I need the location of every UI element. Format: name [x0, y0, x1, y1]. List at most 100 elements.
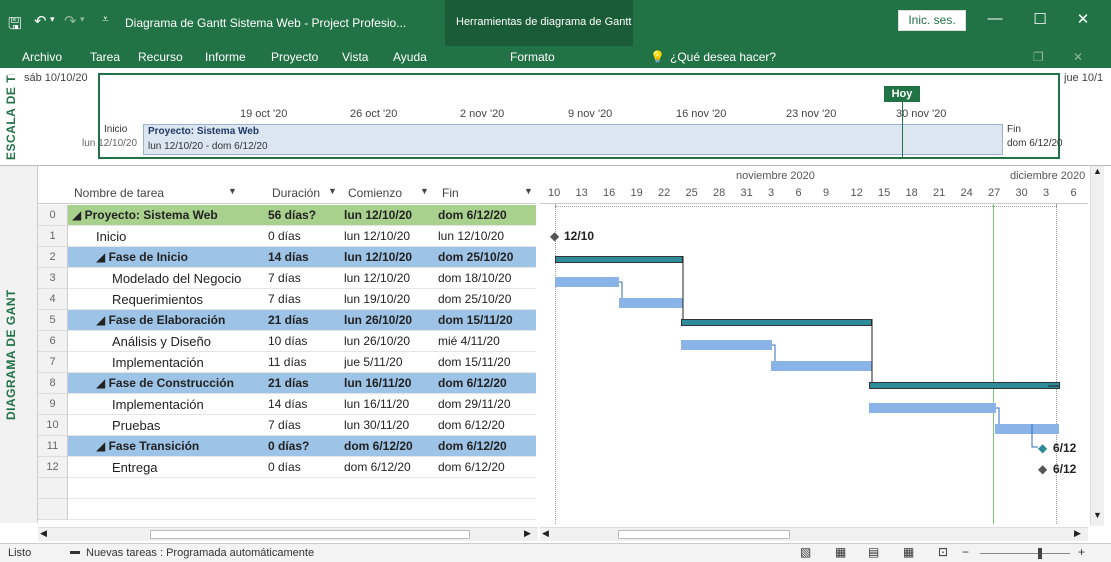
table-horizontal-scrollbar[interactable]: ◀ ▶ [38, 527, 538, 541]
gantt-view-icon[interactable]: ▧ [800, 545, 811, 559]
column-filter-icon[interactable]: ▼ [420, 186, 429, 196]
task-usage-icon[interactable]: ▦ [835, 545, 846, 559]
start-cell[interactable]: lun 30/11/20 [344, 415, 436, 436]
finish-cell[interactable]: dom 15/11/20 [438, 352, 534, 373]
duration-cell[interactable]: 7 días [268, 415, 338, 436]
scroll-up-icon[interactable]: ▲ [1093, 166, 1102, 176]
close-ribbon-icon[interactable]: ✕ [1073, 50, 1083, 64]
zoom-in-icon[interactable]: + [1078, 545, 1085, 559]
duration-cell[interactable]: 10 días [268, 331, 338, 352]
table-row[interactable]: Modelado del Negocio 7 días lun 12/10/20 do… [68, 268, 536, 289]
column-header-duration[interactable]: Duración [272, 186, 320, 200]
tab-tarea[interactable]: Tarea [90, 50, 120, 64]
row-number[interactable]: 2 [38, 247, 68, 268]
scroll-left-icon[interactable]: ◀ [40, 528, 47, 539]
start-cell[interactable]: lun 12/10/20 [344, 226, 436, 247]
start-cell[interactable]: lun 16/11/20 [344, 394, 436, 415]
finish-cell[interactable]: lun 12/10/20 [438, 226, 534, 247]
duration-cell[interactable]: 0 días [268, 226, 338, 247]
gantt-chart[interactable]: ◆ 12/10 ◆ 6/12 ◆ 6/12 [540, 204, 1088, 524]
undo-dropdown-icon[interactable]: ▾ [50, 14, 55, 25]
row-number[interactable]: 12 [38, 457, 68, 478]
row-number[interactable] [38, 478, 68, 499]
finish-cell[interactable]: dom 6/12/20 [438, 205, 534, 226]
finish-cell[interactable]: mié 4/11/20 [438, 331, 534, 352]
finish-cell[interactable]: dom 6/12/20 [438, 436, 534, 457]
duration-cell[interactable]: 11 días [268, 352, 338, 373]
scroll-left-icon[interactable]: ◀ [542, 528, 549, 539]
tab-ayuda[interactable]: Ayuda [393, 50, 427, 64]
table-row[interactable]: ◢ Fase de Elaboración 21 días lun 26/10/20… [68, 310, 536, 331]
start-cell[interactable]: lun 16/11/20 [344, 373, 436, 394]
start-cell[interactable]: lun 12/10/20 [344, 205, 436, 226]
undo-icon[interactable]: ↶ [34, 12, 47, 30]
row-number[interactable]: 9 [38, 394, 68, 415]
chart-vertical-scrollbar[interactable]: ▲ ▼ [1090, 166, 1104, 526]
table-row[interactable]: Entrega 0 días dom 6/12/20 dom 6/12/20 [68, 457, 536, 478]
scroll-thumb[interactable] [618, 530, 790, 539]
duration-cell[interactable]: 14 días [268, 394, 338, 415]
close-icon[interactable]: ✕ [1068, 10, 1098, 28]
start-cell[interactable]: lun 26/10/20 [344, 331, 436, 352]
task-name-cell[interactable]: Modelado del Negocio [112, 268, 282, 289]
restore-ribbon-icon[interactable]: ❐ [1033, 50, 1044, 64]
finish-cell[interactable]: dom 6/12/20 [438, 457, 534, 478]
row-number[interactable]: 4 [38, 289, 68, 310]
duration-cell[interactable]: 56 días? [268, 205, 338, 226]
table-row[interactable]: Requerimientos 7 días lun 19/10/20 dom 25/1… [68, 289, 536, 310]
zoom-out-icon[interactable]: − [962, 545, 969, 559]
timeline-project-bar[interactable]: Proyecto: Sistema Web lun 12/10/20 - dom… [143, 124, 1003, 155]
report-icon[interactable]: ⊡ [938, 545, 948, 559]
table-row[interactable] [68, 478, 536, 499]
task-name-cell[interactable]: ◢ Fase de Construcción [96, 373, 266, 394]
task-name-cell[interactable]: Análisis y Diseño [112, 331, 282, 352]
tab-proyecto[interactable]: Proyecto [271, 50, 318, 64]
start-cell[interactable]: lun 26/10/20 [344, 310, 436, 331]
chart-horizontal-scrollbar[interactable]: ◀ ▶ [540, 527, 1088, 541]
start-cell[interactable]: dom 6/12/20 [344, 457, 436, 478]
row-number[interactable]: 10 [38, 415, 68, 436]
table-row[interactable]: ◢ Fase de Construcción 21 días lun 16/11/2… [68, 373, 536, 394]
finish-cell[interactable]: dom 18/10/20 [438, 268, 534, 289]
resource-sheet-icon[interactable]: ▦ [903, 545, 914, 559]
row-number[interactable]: 3 [38, 268, 68, 289]
duration-cell[interactable]: 0 días? [268, 436, 338, 457]
scroll-down-icon[interactable]: ▼ [1093, 510, 1102, 520]
duration-cell[interactable]: 7 días [268, 289, 338, 310]
task-name-cell[interactable]: Inicio [96, 226, 266, 247]
save-icon[interactable]: 🖫 [8, 13, 22, 40]
row-number[interactable]: 11 [38, 436, 68, 457]
task-name-cell[interactable]: Pruebas [112, 415, 282, 436]
row-number[interactable]: 0 [38, 205, 68, 226]
finish-cell[interactable]: dom 6/12/20 [438, 415, 534, 436]
zoom-slider-thumb[interactable] [1038, 548, 1042, 559]
finish-cell[interactable]: dom 15/11/20 [438, 310, 534, 331]
minimize-icon[interactable]: — [980, 10, 1010, 27]
table-row[interactable]: Pruebas 7 días lun 30/11/20 dom 6/12/20 [68, 415, 536, 436]
row-number[interactable]: 5 [38, 310, 68, 331]
duration-cell[interactable]: 21 días [268, 310, 338, 331]
column-header-finish[interactable]: Fin [442, 186, 459, 200]
maximize-icon[interactable]: ☐ [1025, 10, 1055, 28]
start-cell[interactable]: lun 12/10/20 [344, 268, 436, 289]
table-row[interactable] [68, 499, 536, 520]
table-row[interactable]: Inicio 0 días lun 12/10/20 lun 12/10/20 [68, 226, 536, 247]
task-name-cell[interactable]: ◢ Fase de Inicio [96, 247, 266, 268]
column-filter-icon[interactable]: ▼ [328, 186, 337, 196]
start-cell[interactable]: dom 6/12/20 [344, 436, 436, 457]
task-name-cell[interactable]: ◢ Fase Transición [96, 436, 266, 457]
task-name-cell[interactable]: ◢ Proyecto: Sistema Web [72, 205, 242, 226]
table-row[interactable]: ◢ Fase Transición 0 días? dom 6/12/20 dom 6… [68, 436, 536, 457]
start-cell[interactable]: lun 19/10/20 [344, 289, 436, 310]
task-name-cell[interactable]: Implementación [112, 352, 282, 373]
row-number[interactable]: 6 [38, 331, 68, 352]
scroll-right-icon[interactable]: ▶ [1074, 528, 1081, 539]
tab-vista[interactable]: Vista [342, 50, 368, 64]
duration-cell[interactable]: 14 días [268, 247, 338, 268]
task-name-cell[interactable]: Entrega [112, 457, 282, 478]
start-cell[interactable]: lun 12/10/20 [344, 247, 436, 268]
column-header-start[interactable]: Comienzo [348, 186, 402, 200]
table-row[interactable]: ◢ Fase de Inicio 14 días lun 12/10/20 dom 2… [68, 247, 536, 268]
duration-cell[interactable]: 0 días [268, 457, 338, 478]
row-number[interactable]: 7 [38, 352, 68, 373]
